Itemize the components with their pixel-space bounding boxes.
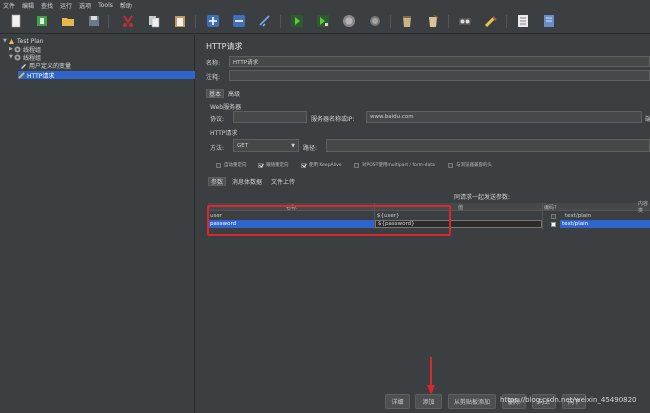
start-icon[interactable]	[290, 14, 304, 28]
path-field[interactable]	[326, 139, 650, 152]
encode-checkbox[interactable]	[549, 220, 559, 228]
send-params-label: 同请求一起发送参数:	[454, 194, 511, 201]
checkbox-auto-redirect[interactable]: 自动重定向	[216, 162, 247, 168]
method-select[interactable]: GET ▼	[233, 139, 299, 152]
shutdown-icon[interactable]	[368, 14, 382, 28]
function-helper-icon[interactable]	[516, 14, 530, 28]
config-element-icon	[20, 62, 27, 69]
checkbox-box	[216, 162, 221, 168]
tab-body-data[interactable]: 消息体数据	[230, 177, 264, 186]
menu-run[interactable]: 运行	[60, 1, 72, 10]
path-label: 路径:	[303, 145, 318, 152]
tree-node-http-request[interactable]: HTTP请求	[18, 71, 195, 80]
watermark: https://blog.csdn.net/weixin_45490820	[500, 396, 637, 404]
tab-basic[interactable]: 基本	[206, 89, 225, 98]
server-field[interactable]: www.baidu.com	[366, 111, 642, 123]
column-content-type: 内容类	[638, 201, 649, 214]
clear-icon[interactable]	[400, 14, 414, 28]
panel-title: HTTP请求	[206, 42, 243, 51]
paste-icon[interactable]	[173, 14, 187, 28]
checkbox-keepalive[interactable]: 使用 KeepAlive	[301, 162, 342, 168]
toggle-icon[interactable]	[258, 14, 272, 28]
menu-file[interactable]: 文件	[3, 1, 15, 10]
tab-parameters[interactable]: 参数	[208, 177, 227, 186]
web-server-label: Web服务器	[210, 104, 242, 111]
name-field[interactable]: HTTP请求	[229, 56, 650, 67]
server-label: 服务器名称或IP:	[311, 116, 355, 123]
open-icon[interactable]	[61, 14, 75, 28]
help-icon[interactable]	[542, 14, 556, 28]
gear-icon	[14, 46, 21, 53]
start-no-pauses-icon[interactable]	[316, 14, 330, 28]
http-request-section-label: HTTP请求	[210, 130, 238, 137]
checkbox-box	[301, 162, 306, 168]
menu-bar: 文件 编辑 查找 运行 选项 Tools 帮助	[0, 0, 650, 10]
clear-all-icon[interactable]	[426, 14, 440, 28]
gear-icon	[14, 54, 21, 61]
menu-tools[interactable]: Tools	[98, 2, 113, 9]
checkbox-box	[448, 162, 453, 168]
save-icon[interactable]	[87, 14, 101, 28]
checkbox-box	[354, 162, 359, 168]
checkbox-box	[258, 162, 263, 168]
red-highlight-box	[207, 205, 451, 236]
detail-button[interactable]: 详细	[385, 394, 410, 409]
toolbar	[0, 10, 650, 34]
menu-edit[interactable]: 编辑	[22, 1, 34, 10]
search-icon[interactable]	[458, 14, 472, 28]
http-request-panel: HTTP请求 名称: HTTP请求 注释: ⌃ 基本 高级 Web服务器 协议:…	[202, 35, 650, 413]
tab-advanced[interactable]: 高级	[226, 89, 242, 98]
stop-icon[interactable]	[342, 14, 356, 28]
sampler-icon	[18, 71, 25, 79]
encode-checkbox[interactable]	[549, 212, 559, 220]
checkbox-browser-compatible[interactable]: 与浏览器兼容的头	[448, 162, 492, 168]
red-arrow-annotation	[427, 357, 435, 395]
new-icon[interactable]	[9, 14, 23, 28]
column-value: 值	[458, 204, 464, 211]
column-encode: 编码?	[544, 204, 557, 211]
method-label: 方法:	[210, 145, 225, 152]
templates-icon[interactable]	[35, 14, 49, 28]
expand-icon[interactable]	[206, 14, 220, 28]
comment-field[interactable]	[229, 70, 650, 81]
test-plan-tree: ▼ Test Plan ▶ 线程组 ▼ 线程组 用户定义的变量 HTTP请求	[0, 35, 195, 413]
name-label: 名称:	[206, 60, 221, 67]
tab-files-upload[interactable]: 文件上传	[269, 177, 297, 186]
checkbox-follow-redirects[interactable]: 跟随重定向	[258, 162, 289, 168]
reset-search-icon[interactable]	[484, 14, 498, 28]
test-plan-icon	[8, 38, 15, 45]
param-content-type[interactable]: text/plain	[560, 220, 650, 228]
menu-search[interactable]: 查找	[41, 1, 53, 10]
menu-options[interactable]: 选项	[79, 1, 91, 10]
protocol-label: 协议:	[210, 116, 225, 123]
port-label: 端	[645, 116, 650, 123]
menu-help[interactable]: 帮助	[120, 1, 132, 10]
splitter-chevron-icon[interactable]: ⌃	[215, 79, 219, 85]
tree-node-user-defined-variables[interactable]: 用户定义的变量	[20, 61, 71, 70]
copy-icon[interactable]	[147, 14, 161, 28]
cut-icon[interactable]	[121, 14, 135, 28]
param-content-type[interactable]: text/plain	[563, 212, 650, 220]
add-from-clipboard-button[interactable]: 从剪贴板添加	[448, 394, 496, 409]
checkbox-multipart[interactable]: 对POST使用multipart / form-data	[354, 162, 435, 168]
collapse-icon[interactable]	[232, 14, 246, 28]
chevron-down-icon: ▼	[291, 142, 295, 149]
protocol-field[interactable]	[233, 111, 307, 123]
